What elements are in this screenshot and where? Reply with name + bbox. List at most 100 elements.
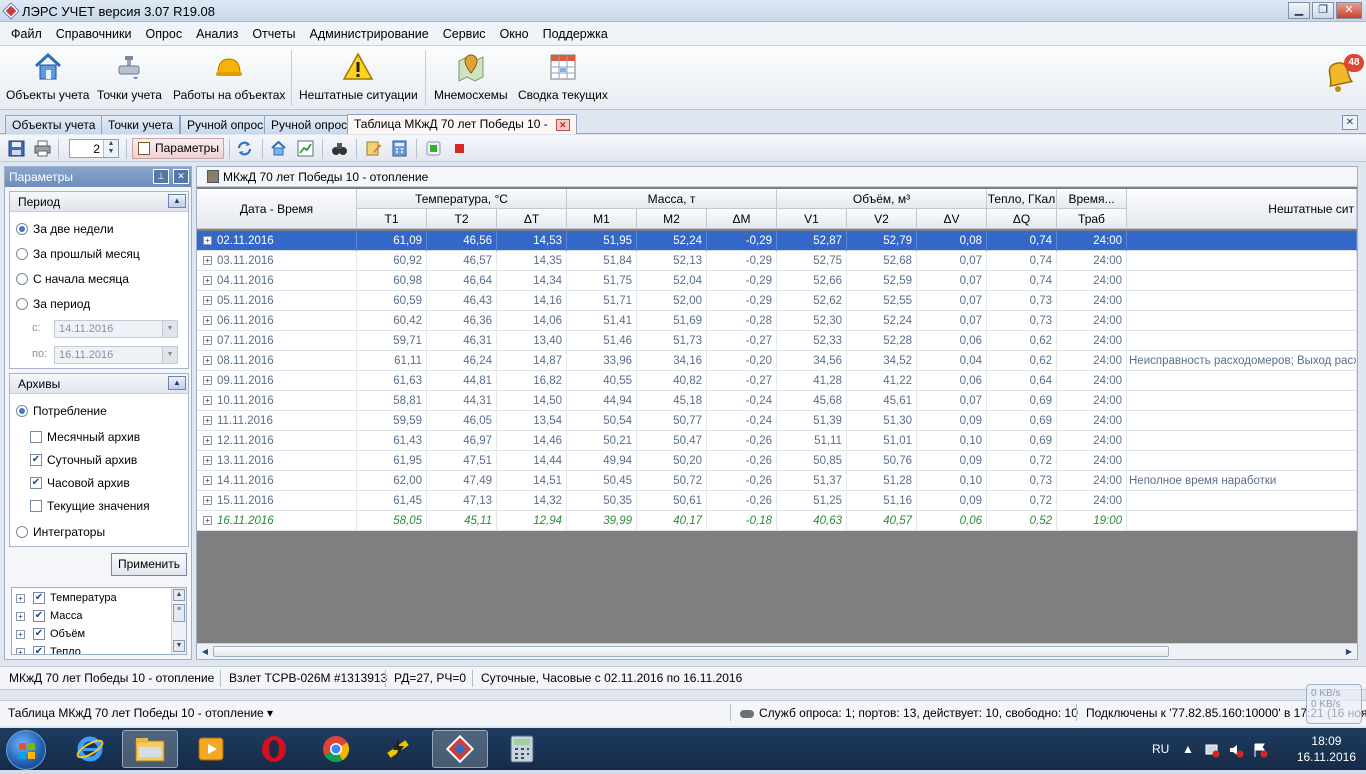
minimize-button[interactable]: ▁ — [1288, 2, 1310, 19]
taskbar-chrome[interactable] — [308, 730, 364, 768]
table-row[interactable]: +04.11.2016 60,98 46,64 14,34 51,75 52,04 -0,2… — [197, 271, 1357, 291]
points-button[interactable]: Точки учета — [97, 50, 162, 108]
table-row[interactable]: +10.11.2016 58,81 44,31 14,50 44,94 45,18 -0,2… — [197, 391, 1357, 411]
start-poll-icon[interactable] — [425, 140, 442, 157]
menu-support[interactable]: Поддержка — [536, 22, 615, 46]
table-row[interactable]: +07.11.2016 59,71 46,31 13,40 51,46 51,73 -0,2… — [197, 331, 1357, 351]
period-custom[interactable]: За период — [16, 297, 90, 311]
table-row[interactable]: +11.11.2016 59,59 46,05 13,54 50,54 50,77 -0,2… — [197, 411, 1357, 431]
parameters-button[interactable]: Параметры — [132, 138, 224, 159]
window-selector[interactable]: Таблица МКжД 70 лет Победы 10 - отоплени… — [8, 702, 273, 724]
print-icon[interactable] — [34, 140, 51, 157]
scroll-up-icon[interactable]: ▲ — [173, 589, 185, 601]
mnemo-button[interactable]: Мнемосхемы — [434, 50, 508, 108]
calculator-icon[interactable] — [391, 140, 408, 157]
period-last-month[interactable]: За прошлый месяц — [16, 247, 140, 261]
integrators-radio[interactable]: Интеграторы — [16, 525, 105, 539]
flag-tray-icon[interactable] — [1252, 728, 1268, 770]
menu-file[interactable]: Файл — [4, 22, 49, 46]
tab-points[interactable]: Точки учета — [101, 115, 180, 134]
maximize-button[interactable]: ❐ — [1312, 2, 1334, 19]
header-column[interactable]: M2 — [637, 209, 707, 229]
collapse-period-icon[interactable]: ▲ — [168, 194, 186, 208]
header-column[interactable]: M1 — [567, 209, 637, 229]
dropdown-icon[interactable]: ▼ — [162, 347, 177, 363]
header-column[interactable]: V1 — [777, 209, 847, 229]
menu-directories[interactable]: Справочники — [49, 22, 139, 46]
period-two-weeks[interactable]: За две недели — [16, 222, 114, 236]
menu-analysis[interactable]: Анализ — [189, 22, 245, 46]
object-home-icon[interactable] — [270, 140, 287, 157]
header-column[interactable]: Траб — [1057, 209, 1127, 229]
tree-item-heat[interactable]: + ✔ Тепло — [16, 643, 81, 654]
period-month-start[interactable]: С начала месяца — [16, 272, 129, 286]
dropdown-icon[interactable]: ▼ — [162, 321, 177, 337]
taskbar-tool[interactable] — [370, 730, 426, 768]
expand-row-icon[interactable]: + — [203, 256, 212, 266]
header-column[interactable]: ΔQ — [987, 209, 1057, 229]
taskbar-lers[interactable] — [432, 730, 488, 768]
stop-poll-icon[interactable] — [451, 140, 468, 157]
show-hidden-icons[interactable]: ▲ — [1182, 728, 1194, 770]
header-column[interactable]: T1 — [357, 209, 427, 229]
notifications-bell[interactable]: 48 — [1322, 54, 1364, 100]
expand-row-icon[interactable]: + — [203, 296, 212, 306]
date-to-field[interactable]: 16.11.2016 ▼ — [54, 346, 178, 364]
stepper-arrows-icon[interactable]: ▲ ▼ — [103, 140, 118, 157]
taskbar-calculator[interactable] — [494, 730, 550, 768]
apply-button[interactable]: Применить — [111, 553, 187, 576]
summary-button[interactable]: Сводка текущих — [518, 50, 608, 108]
table-row[interactable]: +12.11.2016 61,43 46,97 14,46 50,21 50,47 -0,2… — [197, 431, 1357, 451]
scroll-thumb[interactable] — [213, 646, 1169, 657]
header-column[interactable]: V2 — [847, 209, 917, 229]
table-row[interactable]: +03.11.2016 60,92 46,57 14,35 51,84 52,13 -0,2… — [197, 251, 1357, 271]
header-column[interactable]: ΔV — [917, 209, 987, 229]
taskbar-opera[interactable] — [246, 730, 302, 768]
chart-icon[interactable] — [297, 140, 314, 157]
menu-service[interactable]: Сервис — [436, 22, 493, 46]
expand-row-icon[interactable]: + — [203, 496, 212, 506]
tab-close-icon[interactable]: ✕ — [555, 118, 570, 131]
menu-reports[interactable]: Отчеты — [245, 22, 302, 46]
expand-row-icon[interactable]: + — [203, 476, 212, 486]
date-from-field[interactable]: 14.11.2016 ▼ — [54, 320, 178, 338]
menu-window[interactable]: Окно — [493, 22, 536, 46]
header-emergency[interactable]: Нештатные сит — [1127, 189, 1357, 229]
header-date-time[interactable]: Дата - Время — [197, 189, 357, 229]
archive-daily[interactable]: ✔ Суточный архив — [30, 453, 137, 467]
archive-hourly[interactable]: ✔ Часовой архив — [30, 476, 130, 490]
tab-manual-poll-1[interactable]: Ручной опрос — [180, 115, 271, 134]
expand-row-icon[interactable]: + — [203, 456, 212, 466]
table-row[interactable]: +14.11.2016 62,00 47,49 14,51 50,45 50,72 -0,2… — [197, 471, 1357, 491]
table-row[interactable]: +09.11.2016 61,63 44,81 16,82 40,55 40,82 -0,2… — [197, 371, 1357, 391]
system-clock[interactable]: 18:09 16.11.2016 — [1297, 733, 1356, 765]
tab-manual-poll-2[interactable]: Ручной опрос — [264, 115, 355, 134]
expand-row-icon[interactable]: + — [203, 316, 212, 326]
expand-row-icon[interactable]: + — [203, 336, 212, 346]
tree-item-temperature[interactable]: + ✔ Температура — [16, 589, 117, 607]
scroll-left-icon[interactable]: ◀ — [198, 645, 212, 658]
table-row[interactable]: +05.11.2016 60,59 46,43 14,16 51,71 52,00 -0,2… — [197, 291, 1357, 311]
network-tray-icon[interactable] — [1204, 728, 1220, 770]
expand-row-icon[interactable]: + — [203, 436, 212, 446]
table-row[interactable]: +16.11.2016 58,05 45,11 12,94 39,99 40,17 -0,1… — [197, 511, 1357, 531]
scroll-thumb[interactable]: ≡ — [173, 604, 185, 622]
horizontal-scrollbar[interactable]: ◀ ▶ — [197, 643, 1357, 659]
table-row[interactable]: +08.11.2016 61,11 46,24 14,87 33,96 34,16 -0,2… — [197, 351, 1357, 371]
archive-monthly[interactable]: Месячный архив — [30, 430, 140, 444]
collapse-archives-icon[interactable]: ▲ — [168, 376, 186, 390]
start-button[interactable] — [6, 730, 46, 770]
table-row[interactable]: +06.11.2016 60,42 46,36 14,06 51,41 51,69 -0,2… — [197, 311, 1357, 331]
expand-row-icon[interactable]: + — [203, 516, 212, 526]
binoculars-icon[interactable] — [331, 140, 348, 157]
expand-row-icon[interactable]: + — [203, 276, 212, 286]
expand-row-icon[interactable]: + — [203, 236, 212, 246]
header-column[interactable]: T2 — [427, 209, 497, 229]
objects-button[interactable]: Объекты учета — [6, 50, 89, 108]
table-row[interactable]: +13.11.2016 61,95 47,51 14,44 49,94 50,20 -0,2… — [197, 451, 1357, 471]
emergency-button[interactable]: Нештатные ситуации — [299, 50, 418, 108]
close-button[interactable]: ✕ — [1336, 2, 1362, 19]
tree-item-volume[interactable]: + ✔ Объём — [16, 625, 85, 643]
close-all-tabs-button[interactable]: ✕ — [1342, 115, 1358, 130]
header-column[interactable]: ΔT — [497, 209, 567, 229]
